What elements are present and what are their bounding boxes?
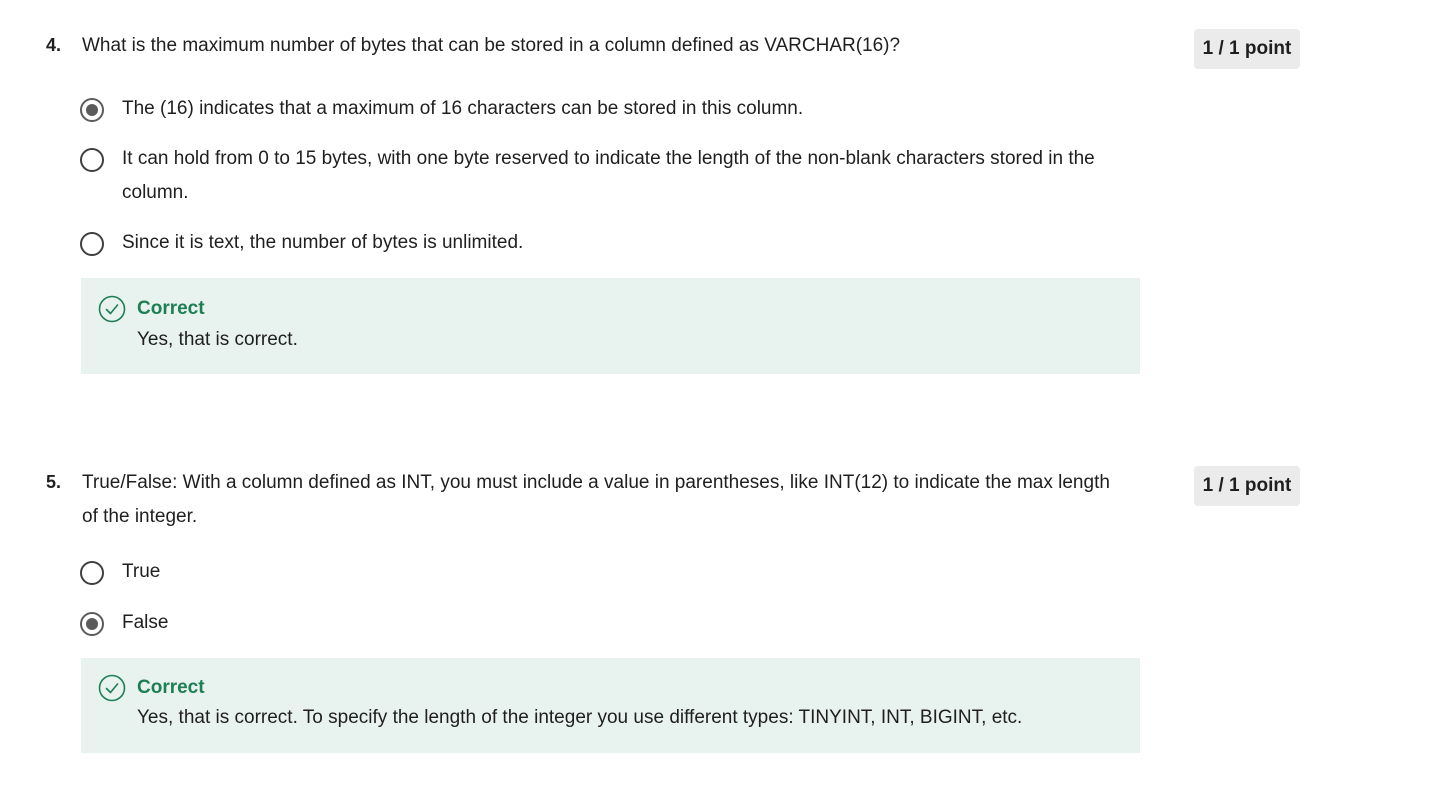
option-label: It can hold from 0 to 15 bytes, with one… [122,148,1095,203]
option-label: The (16) indicates that a maximum of 16 … [122,98,804,119]
check-circle-icon [98,295,126,323]
points-badge: 1 / 1 point [1194,29,1300,69]
question-number: 4. [46,35,62,55]
option-label: Since it is text, the number of bytes is… [122,232,524,253]
radio-button[interactable] [80,232,104,256]
feedback-box: Correct Yes, that is correct. [81,278,1140,374]
option-label: False [122,612,169,633]
feedback-text: Yes, that is correct. To specify the len… [137,707,1023,728]
radio-button-selected[interactable] [80,612,104,636]
question-number: 5. [46,472,62,492]
check-circle-icon [98,674,126,702]
feedback-box: Correct Yes, that is correct. To specify… [81,658,1140,753]
feedback-title: Correct [137,677,205,698]
option-label: True [122,561,161,582]
radio-button[interactable] [80,561,104,585]
feedback-title: Correct [137,298,205,319]
question-text: True/False: With a column defined as INT… [82,472,1110,527]
feedback-text: Yes, that is correct. [137,329,298,350]
radio-button-selected[interactable] [80,98,104,122]
question-text: What is the maximum number of bytes that… [82,35,901,56]
radio-button[interactable] [80,148,104,172]
points-badge: 1 / 1 point [1194,466,1300,506]
